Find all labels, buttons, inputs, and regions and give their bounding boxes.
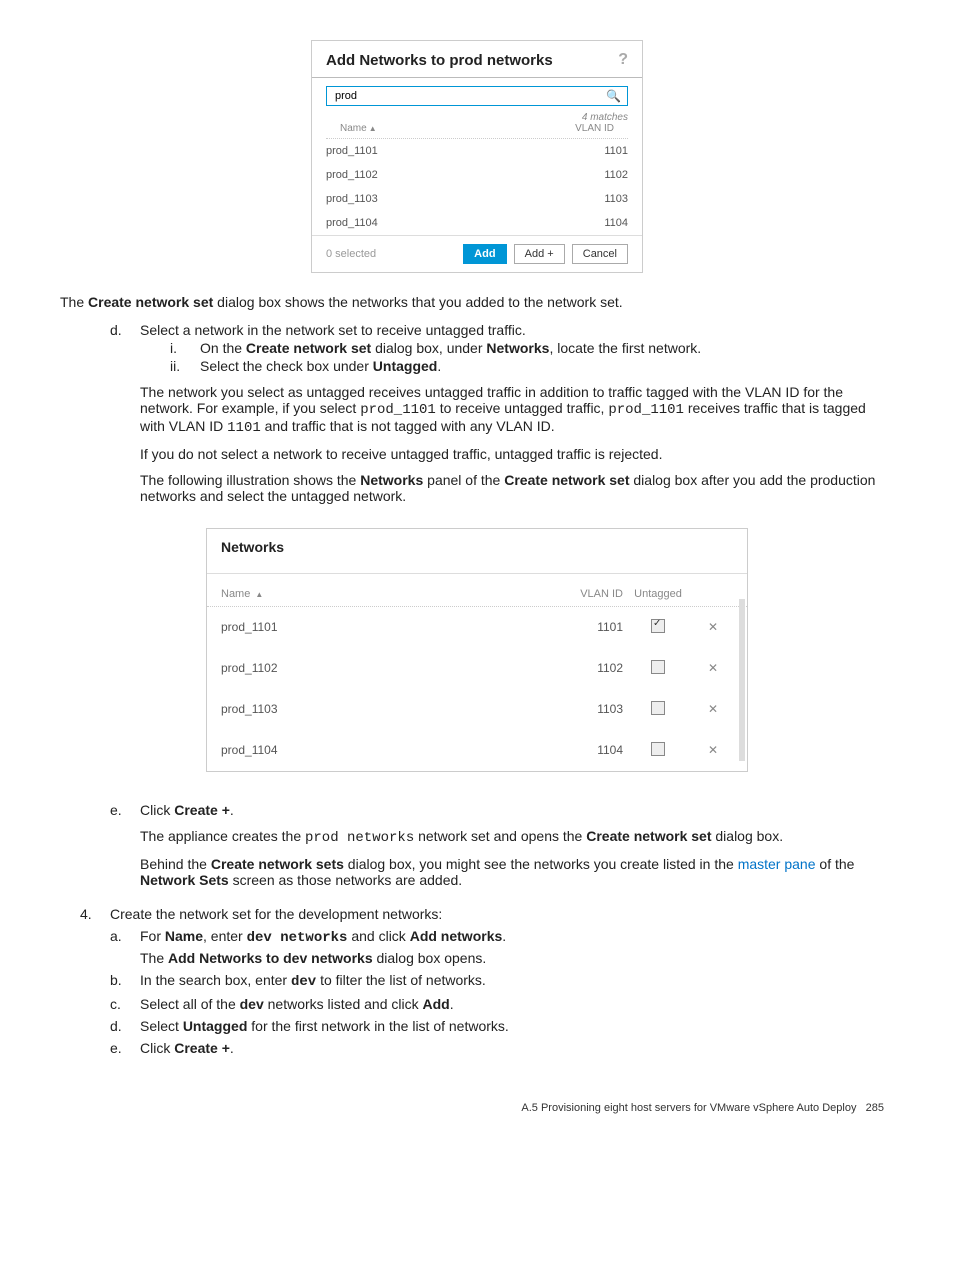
network-row[interactable]: prod_1101 1101 <box>312 139 642 163</box>
untagged-checkbox[interactable] <box>651 742 665 756</box>
add-button[interactable]: Add <box>463 244 506 264</box>
remove-icon[interactable]: ✕ <box>708 661 718 675</box>
step-d-i: i. On the Create network set dialog box,… <box>170 340 894 356</box>
step-4: 4. Create the network set for the develo… <box>80 906 894 1062</box>
intro-paragraph: The Create network set dialog box shows … <box>60 293 894 312</box>
col-name[interactable]: Name▲ <box>340 123 377 134</box>
scrollbar[interactable] <box>739 599 745 761</box>
untagged-checkbox[interactable] <box>651 701 665 715</box>
match-count: 4 matches <box>312 112 642 123</box>
cancel-button[interactable]: Cancel <box>572 244 628 264</box>
step-e-p1: The appliance creates the prod networks … <box>140 828 894 846</box>
dialog-title: Add Networks to prod networks <box>326 52 553 69</box>
panel-row-vlan: 1102 <box>553 661 623 675</box>
network-vlan: 1101 <box>604 145 628 157</box>
step-4a: a. For Name, enter dev networks and clic… <box>110 928 894 966</box>
illustration-intro: The following illustration shows the Net… <box>140 472 894 504</box>
step-4d: d. Select Untagged for the first network… <box>110 1018 894 1034</box>
col-vlan[interactable]: VLAN ID <box>575 123 614 134</box>
panel-row-name: prod_1104 <box>221 743 553 757</box>
panel-row-vlan: 1101 <box>553 620 623 634</box>
help-icon[interactable]: ? <box>618 51 628 69</box>
network-row[interactable]: prod_1104 1104 <box>312 211 642 235</box>
step-4b: b. In the search box, enter dev to filte… <box>110 972 894 990</box>
search-icon[interactable]: 🔍 <box>606 89 621 103</box>
networks-panel: Networks Name ▲ VLAN ID Untagged prod_11… <box>206 528 748 772</box>
sort-asc-icon: ▲ <box>369 124 377 133</box>
network-vlan: 1102 <box>604 169 628 181</box>
pcol-name[interactable]: Name ▲ <box>221 588 553 600</box>
step-d: d. Select a network in the network set t… <box>110 322 894 514</box>
panel-row: prod_1101 1101 ✕ <box>207 607 747 648</box>
untagged-explanation: The network you select as untagged recei… <box>140 384 894 436</box>
network-vlan: 1103 <box>604 193 628 205</box>
network-row[interactable]: prod_1103 1103 <box>312 187 642 211</box>
panel-row-vlan: 1104 <box>553 743 623 757</box>
network-name: prod_1102 <box>326 169 378 181</box>
dialog-footer: 0 selected Add Add + Cancel <box>312 235 642 272</box>
network-row[interactable]: prod_1102 1102 <box>312 163 642 187</box>
step-4c: c. Select all of the dev networks listed… <box>110 996 894 1012</box>
panel-row-name: prod_1102 <box>221 661 553 675</box>
pcol-remove <box>693 588 733 600</box>
network-vlan: 1104 <box>604 217 628 229</box>
panel-row: prod_1102 1102 ✕ <box>207 648 747 689</box>
step-4e: e. Click Create +. <box>110 1040 894 1056</box>
page-footer: A.5 Provisioning eight host servers for … <box>60 1102 894 1114</box>
panel-row: prod_1103 1103 ✕ <box>207 689 747 730</box>
remove-icon[interactable]: ✕ <box>708 702 718 716</box>
panel-row-name: prod_1101 <box>221 620 553 634</box>
footer-page: 285 <box>866 1102 884 1114</box>
add-plus-button[interactable]: Add + <box>514 244 565 264</box>
panel-columns: Name ▲ VLAN ID Untagged <box>207 574 747 607</box>
pcol-vlan[interactable]: VLAN ID <box>553 588 623 600</box>
divider <box>312 77 642 78</box>
sort-asc-icon: ▲ <box>255 590 263 599</box>
panel-title: Networks <box>207 529 747 574</box>
step-e: e. Click Create +. The appliance creates… <box>110 802 894 898</box>
remove-icon[interactable]: ✕ <box>708 620 718 634</box>
remove-icon[interactable]: ✕ <box>708 743 718 757</box>
network-name: prod_1101 <box>326 145 378 157</box>
dialog-columns: Name▲ VLAN ID <box>326 123 628 139</box>
search-input-container[interactable]: 🔍 <box>326 86 628 106</box>
untagged-checkbox[interactable] <box>651 660 665 674</box>
master-pane-link[interactable]: master pane <box>738 856 816 872</box>
step-d-ii: ii. Select the check box under Untagged. <box>170 358 894 374</box>
search-input[interactable] <box>333 89 606 103</box>
step-d-text: Select a network in the network set to r… <box>140 322 894 338</box>
footer-section: A.5 Provisioning eight host servers for … <box>521 1102 856 1114</box>
selected-count: 0 selected <box>326 248 376 260</box>
untagged-checkbox[interactable] <box>651 619 665 633</box>
panel-row: prod_1104 1104 ✕ <box>207 730 747 771</box>
network-name: prod_1104 <box>326 217 378 229</box>
dialog-header: Add Networks to prod networks ? <box>312 51 642 77</box>
step4-intro: Create the network set for the developme… <box>110 906 894 922</box>
reject-note: If you do not select a network to receiv… <box>140 446 894 462</box>
pcol-untag[interactable]: Untagged <box>623 588 693 600</box>
panel-row-name: prod_1103 <box>221 702 553 716</box>
step-e-p2: Behind the Create network sets dialog bo… <box>140 856 894 888</box>
add-networks-dialog: Add Networks to prod networks ? 🔍 4 matc… <box>311 40 643 273</box>
panel-row-vlan: 1103 <box>553 702 623 716</box>
network-name: prod_1103 <box>326 193 378 205</box>
